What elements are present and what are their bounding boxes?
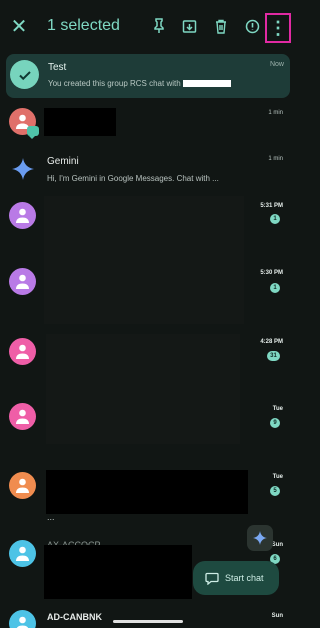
gemini-sparkle-icon — [253, 531, 267, 545]
selected-conversation[interactable]: Test You created this group RCS chat wit… — [6, 54, 290, 98]
check-icon — [10, 60, 39, 89]
unread-count-badge: 1 — [270, 283, 280, 293]
list-item[interactable]: AD-CANBNK Sun — [0, 602, 295, 628]
conversation-time: 5:30 PM — [260, 270, 283, 276]
redacted-block — [182, 80, 231, 88]
conversation-time: Sun — [271, 542, 283, 548]
conversation-name: Test — [48, 62, 67, 73]
list-item[interactable]: 4:28 PM 31 — [0, 334, 295, 444]
unread-count-badge: 1 — [270, 214, 280, 224]
conversation-name: Gemini — [47, 156, 79, 167]
avatar — [9, 403, 36, 430]
conversation-time: Tue — [272, 406, 283, 412]
redacted-block — [44, 545, 192, 599]
avatar — [9, 540, 36, 567]
close-icon[interactable]: ✕ — [9, 17, 29, 37]
redacted-block — [44, 254, 244, 324]
conversation-time: 1 min — [268, 156, 283, 162]
gesture-home-bar[interactable] — [113, 620, 183, 623]
conversation-snippet: ... — [47, 512, 55, 522]
redacted-block — [44, 196, 244, 254]
avatar — [9, 268, 36, 295]
list-item[interactable]: Gemini Hi, I'm Gemini in Google Messages… — [0, 150, 295, 196]
gemini-button[interactable] — [247, 525, 273, 551]
redacted-block — [44, 108, 116, 136]
list-item[interactable]: ... Tue 5 — [0, 462, 295, 524]
unread-count-badge: 31 — [267, 351, 280, 361]
start-chat-label: Start chat — [225, 573, 264, 583]
chat-bubble-icon — [205, 572, 219, 585]
conversation-time: Sun — [271, 613, 283, 619]
conversation-time: Now — [269, 61, 284, 68]
conversation-time: 5:31 PM — [260, 203, 283, 209]
avatar — [9, 338, 36, 365]
avatar — [9, 472, 36, 499]
avatar — [9, 610, 36, 628]
list-item[interactable]: 5:30 PM 1 — [0, 254, 295, 324]
unread-count-badge: 9 — [270, 418, 280, 428]
selection-count-title: 1 selected — [47, 17, 120, 34]
list-item[interactable]: 1 min — [0, 98, 295, 150]
block-icon[interactable] — [243, 17, 261, 35]
start-chat-button[interactable]: Start chat — [193, 561, 279, 595]
archive-icon[interactable] — [180, 17, 198, 35]
rcs-chat-icon — [27, 126, 39, 139]
conversation-time: Tue — [272, 474, 283, 480]
conversation-time: 1 min — [268, 110, 283, 116]
redacted-block — [46, 470, 248, 514]
pin-icon[interactable] — [150, 17, 168, 35]
conversation-snippet: Hi, I'm Gemini in Google Messages. Chat … — [47, 174, 219, 183]
unread-count-badge: 5 — [270, 486, 280, 496]
conversation-time: 4:28 PM — [260, 339, 283, 345]
conversation-name: AD-CANBNK — [47, 612, 102, 622]
conversation-snippet: You created this group RCS chat with — [48, 79, 231, 88]
list-item[interactable]: 5:31 PM 1 — [0, 196, 295, 254]
contextual-action-bar: ✕ 1 selected ⋮ — [0, 0, 295, 54]
delete-icon[interactable] — [212, 17, 230, 35]
gemini-icon — [12, 158, 34, 185]
more-vert-icon[interactable]: ⋮ — [265, 13, 291, 43]
avatar — [9, 202, 36, 229]
list-item[interactable]: Tue 9 — [0, 390, 295, 452]
